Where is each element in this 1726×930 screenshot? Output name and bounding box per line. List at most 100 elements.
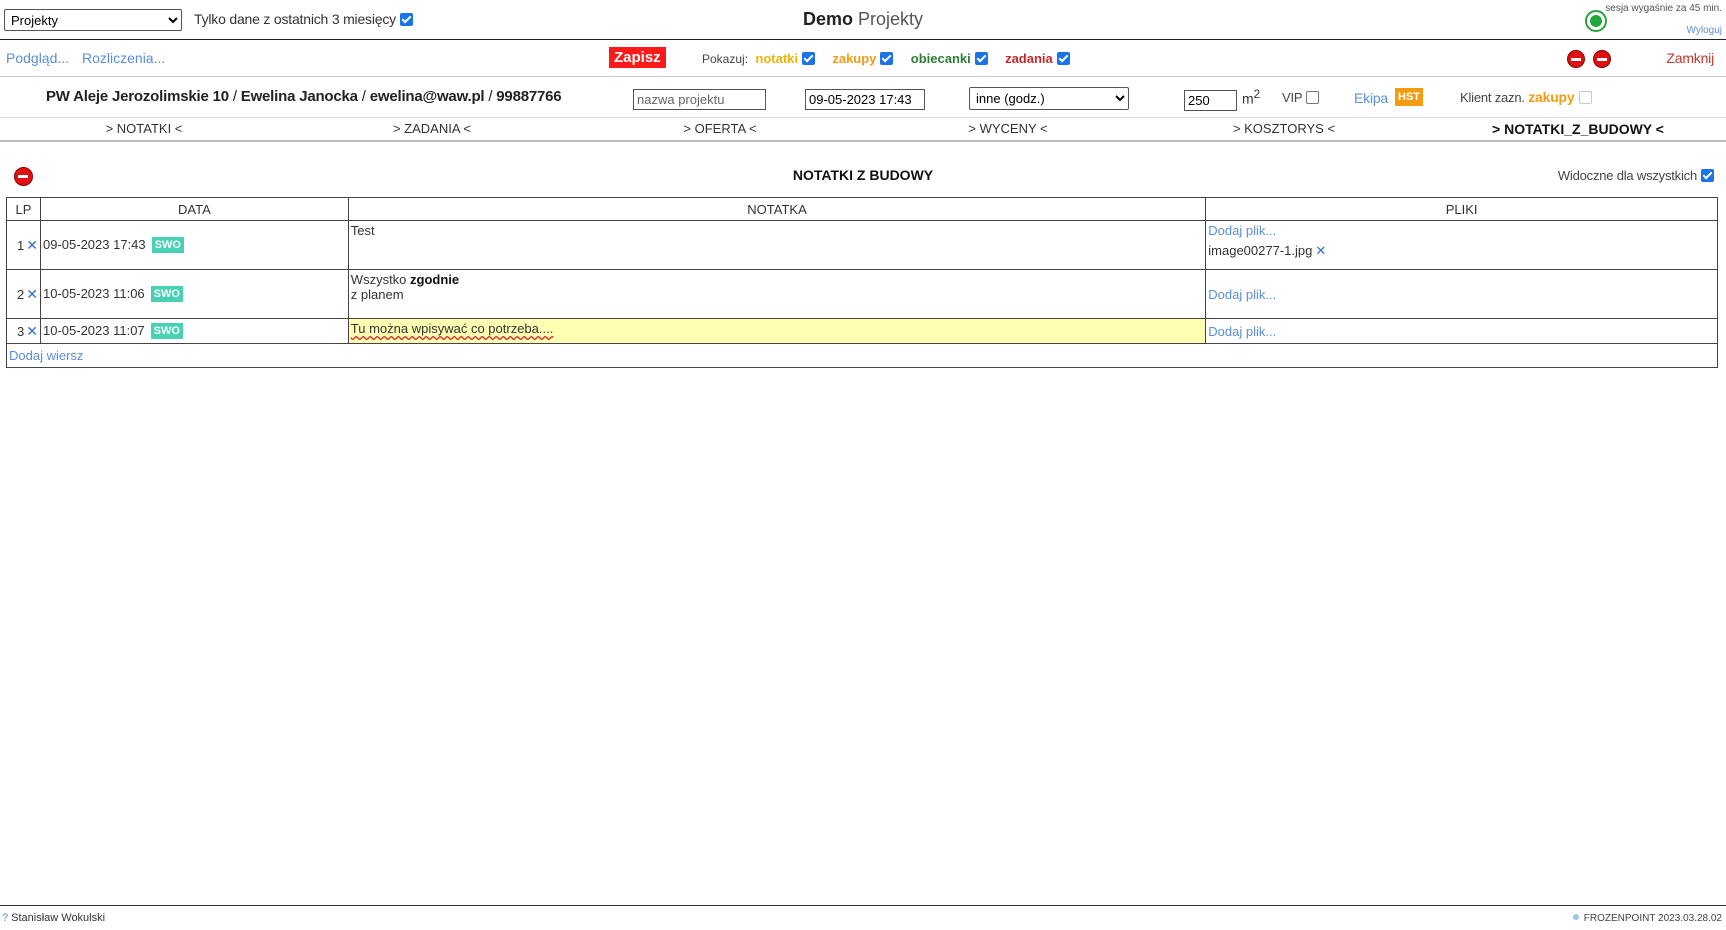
client-name: Ewelina Janocka xyxy=(240,88,358,105)
project-type-select[interactable]: inne (godz.) xyxy=(969,87,1129,110)
save-button[interactable]: Zapisz xyxy=(609,47,666,68)
client-marked: Klient zazn. zakupy xyxy=(1460,89,1592,105)
note-text: Tu można wpisywać co potrzeba.... xyxy=(350,321,554,336)
visible-all-toggle[interactable]: Widoczne dla wszystkich xyxy=(1558,168,1714,183)
client-marked-label: Klient zazn. xyxy=(1460,90,1525,105)
delete-file-icon[interactable]: ✕ xyxy=(1315,243,1326,258)
notes-table: LP DATA NOTATKA PLIKI 1 ✕ 09-05-2023 17:4… xyxy=(6,197,1718,368)
filter-purchases-checkbox[interactable] xyxy=(880,52,894,65)
table-row: 2 ✕ 10-05-2023 11:06 SWO Wszystko zgodnie … xyxy=(6,269,1718,319)
client-marked-checkbox xyxy=(1578,91,1592,104)
author-badge: SWO xyxy=(151,237,184,253)
client-email: ewelina@waw.pl xyxy=(369,88,485,105)
help-icon[interactable]: ? xyxy=(2,912,8,924)
filter-tasks-label: zadania xyxy=(1005,51,1053,66)
files-cell: Dodaj plik... xyxy=(1205,318,1718,344)
add-file-link[interactable]: Dodaj plik... xyxy=(1208,287,1276,302)
toolbar: Podgląd... Rozliczenia... Zapisz Pokazuj… xyxy=(0,41,1726,77)
client-address: PW Aleje Jerozolimskie 10 xyxy=(46,88,229,105)
tab-notatki-z-budowy[interactable]: > NOTATKI_Z_BUDOWY < xyxy=(1434,121,1722,137)
app-title-normal: Projekty xyxy=(858,9,924,29)
filter-notes-checkbox[interactable] xyxy=(802,52,815,65)
row-date: 09-05-2023 17:43 xyxy=(42,237,146,252)
row-number: 2 xyxy=(17,286,25,302)
files-cell: Dodaj plik... image00277-1.jpg ✕ xyxy=(1205,220,1718,270)
note-cell-editing[interactable]: Tu można wpisywać co potrzeba.... xyxy=(347,318,1207,344)
vip-toggle[interactable]: VIP xyxy=(1282,90,1320,105)
row-lp: 2 ✕ xyxy=(6,269,41,319)
add-row-link[interactable]: Dodaj wiersz xyxy=(9,348,83,363)
row-number: 1 xyxy=(17,237,25,253)
tab-zadania[interactable]: > ZADANIA < xyxy=(288,121,576,136)
app-title-bold: Demo xyxy=(802,9,853,29)
visible-all-checkbox[interactable] xyxy=(1701,169,1714,182)
tab-kosztorys[interactable]: > KOSZTORYS < xyxy=(1140,121,1428,136)
filter-promises-checkbox[interactable] xyxy=(974,52,988,65)
row-date: 10-05-2023 11:07 xyxy=(42,323,145,338)
filter-notes[interactable]: notatki xyxy=(751,51,815,66)
connection-status-icon xyxy=(1585,10,1607,32)
team-badge[interactable]: HST xyxy=(1395,88,1423,106)
row-date-cell: 09-05-2023 17:43 SWO xyxy=(39,220,349,270)
project-header: PW Aleje Jerozolimskie 10 / Ewelina Jano… xyxy=(0,78,1726,118)
files-cell: Dodaj plik... xyxy=(1205,269,1718,319)
note-cell[interactable]: Wszystko zgodnie z planem xyxy=(347,269,1207,319)
add-file-link[interactable]: Dodaj plik... xyxy=(1208,324,1276,339)
show-label: Pokazuj: xyxy=(702,52,749,66)
author-badge: SWO xyxy=(150,323,183,339)
row-lp: 1 ✕ xyxy=(6,220,41,270)
footer: ? Stanisław Wokulski FROZENPOINT 2023.03.… xyxy=(0,905,1726,930)
table-header-row: LP DATA NOTATKA PLIKI xyxy=(6,197,1718,221)
tab-notatki[interactable]: > NOTATKI < xyxy=(0,121,288,136)
delete-row-icon[interactable]: ✕ xyxy=(26,237,38,253)
note-text: Wszystko xyxy=(350,272,407,287)
tab-oferta[interactable]: > OFERTA < xyxy=(576,121,864,136)
section-title: NOTATKI Z BUDOWY xyxy=(792,167,934,183)
note-cell[interactable]: Test xyxy=(347,220,1207,270)
version-dot-icon xyxy=(1572,914,1579,920)
filter-tasks[interactable]: zadania xyxy=(1001,51,1070,66)
team-link[interactable]: Ekipa xyxy=(1354,90,1388,106)
filter-promises[interactable]: obiecanki xyxy=(907,51,988,66)
logout-link[interactable]: Wyloguj xyxy=(1687,25,1722,36)
header-note: NOTATKA xyxy=(347,197,1207,221)
file-name[interactable]: image00277-1.jpg xyxy=(1208,243,1312,258)
settlements-link[interactable]: Rozliczenia... xyxy=(82,50,165,66)
close-link[interactable]: Zamknij xyxy=(1666,50,1714,66)
row-number: 3 xyxy=(17,323,25,339)
tab-wyceny[interactable]: > WYCENY < xyxy=(864,121,1152,136)
header-lp: LP xyxy=(6,197,41,221)
filter-promises-label: obiecanki xyxy=(910,51,971,66)
show-filters: Pokazuj: notatki zakupy obiecanki zadani… xyxy=(702,51,1080,66)
app-version: FROZENPOINT 2023.03.28.02 xyxy=(1572,913,1722,924)
filter-purchases[interactable]: zakupy xyxy=(828,51,894,66)
add-row-row: Dodaj wiersz xyxy=(6,343,1718,368)
filter-tasks-checkbox[interactable] xyxy=(1056,52,1070,65)
project-date-input[interactable] xyxy=(805,89,925,110)
client-phone: 99887766 xyxy=(496,88,562,105)
add-file-link[interactable]: Dodaj plik... xyxy=(1208,223,1276,238)
preview-link[interactable]: Podgląd... xyxy=(6,50,69,66)
delete-row-icon[interactable]: ✕ xyxy=(26,323,38,339)
vip-checkbox[interactable] xyxy=(1306,91,1320,104)
table-row: 3 ✕ 10-05-2023 11:07 SWO Tu można wpisywać… xyxy=(6,318,1718,344)
table-row: 1 ✕ 09-05-2023 17:43 SWO Test Dodaj plik..… xyxy=(6,220,1718,270)
area-unit-base: m xyxy=(1242,90,1254,107)
client-info: PW Aleje Jerozolimskie 10 / Ewelina Jano… xyxy=(46,88,562,105)
delete-row-icon[interactable]: ✕ xyxy=(26,286,38,302)
row-date-cell: 10-05-2023 11:06 SWO xyxy=(39,269,349,319)
version-text: FROZENPOINT 2023.03.28.02 xyxy=(1583,913,1722,924)
remove-icon[interactable] xyxy=(1567,50,1585,68)
visible-all-label: Widoczne dla wszystkich xyxy=(1557,168,1697,183)
section-tabs: > NOTATKI < > ZADANIA < > OFERTA < > WYC… xyxy=(0,118,1726,142)
project-name-input[interactable] xyxy=(633,89,766,110)
note-text-line2: z planem xyxy=(350,287,404,302)
header-date: DATA xyxy=(39,197,349,221)
remove-icon[interactable] xyxy=(1593,50,1611,68)
vip-label: VIP xyxy=(1282,90,1303,105)
filter-purchases-label: zakupy xyxy=(832,51,877,66)
note-bold-text: zgodnie xyxy=(410,272,460,287)
session-timeout: sesja wygaśnie za 45 min. xyxy=(1605,3,1722,14)
area-unit: m2 xyxy=(1242,88,1260,107)
area-input[interactable] xyxy=(1184,90,1237,111)
